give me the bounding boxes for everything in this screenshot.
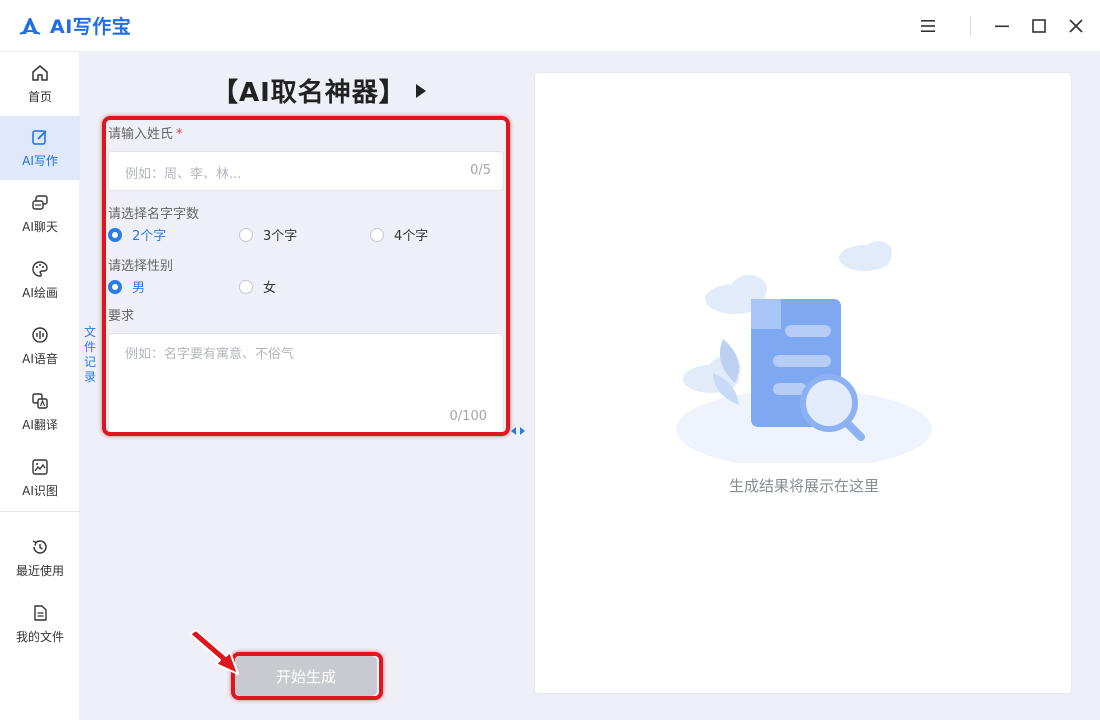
sidebar-item-ai-chat[interactable]: AI聊天 bbox=[0, 182, 80, 246]
maximize-button[interactable] bbox=[1025, 12, 1053, 40]
sidebar-item-ai-writing[interactable]: AI写作 bbox=[0, 116, 80, 180]
red-arrow-pointer bbox=[189, 630, 239, 675]
resize-arrows-icon bbox=[511, 427, 525, 435]
sidebar-item-label: AI语音 bbox=[22, 351, 58, 366]
sidebar-item-ai-image-recognition[interactable]: AI识图 bbox=[0, 446, 80, 510]
sidebar-divider bbox=[0, 511, 80, 512]
tab-char: 件 bbox=[83, 340, 96, 354]
voice-icon bbox=[32, 326, 48, 343]
sidebar-item-label: AI写作 bbox=[22, 153, 58, 168]
sidebar-item-label: AI聊天 bbox=[22, 219, 58, 234]
file-records-tab[interactable]: 文 件 记 录 bbox=[80, 325, 100, 395]
sidebar-item-label: AI翻译 bbox=[22, 417, 58, 432]
file-icon bbox=[34, 604, 47, 621]
menu-button[interactable] bbox=[914, 12, 942, 40]
sidebar-item-ai-painting[interactable]: AI绘画 bbox=[0, 248, 80, 312]
play-icon[interactable] bbox=[415, 83, 426, 98]
minimize-icon bbox=[995, 25, 1009, 28]
hamburger-icon bbox=[921, 20, 935, 32]
sidebar-item-ai-translate[interactable]: AI翻译 bbox=[0, 380, 80, 444]
edit-icon bbox=[32, 129, 47, 145]
document-search-illustration bbox=[676, 241, 932, 463]
minimize-button[interactable] bbox=[988, 12, 1016, 40]
title-separator bbox=[970, 16, 971, 36]
chat-icon bbox=[32, 194, 48, 210]
translate-icon bbox=[32, 392, 48, 409]
result-panel: 生成结果将展示在这里 bbox=[534, 72, 1072, 694]
palette-icon bbox=[32, 260, 48, 277]
tab-char: 文 bbox=[83, 325, 96, 339]
sidebar-item-ai-voice[interactable]: AI语音 bbox=[0, 314, 80, 378]
sidebar-item-label: 首页 bbox=[27, 89, 52, 104]
app-title: AI写作宝 bbox=[50, 16, 132, 38]
annotation-button-highlight bbox=[231, 652, 383, 700]
panel-resize-handle[interactable] bbox=[508, 424, 528, 438]
annotation-form-highlight bbox=[102, 116, 510, 436]
history-icon bbox=[32, 539, 47, 554]
close-icon bbox=[1069, 19, 1083, 33]
close-button[interactable] bbox=[1062, 12, 1090, 40]
sidebar: 首页 AI写作 AI聊天 AI绘画 AI语音 AI翻译 AI识图 最近使用 我的… bbox=[0, 52, 80, 720]
sidebar-item-my-files[interactable]: 我的文件 bbox=[0, 592, 80, 656]
tab-char: 记 bbox=[83, 355, 96, 369]
sidebar-item-recent[interactable]: 最近使用 bbox=[0, 526, 80, 590]
sidebar-item-label: AI绘画 bbox=[22, 285, 58, 300]
home-icon bbox=[32, 64, 48, 81]
page-title: 【AI取名神器】 bbox=[212, 72, 426, 109]
main-area: 【AI取名神器】 请输入姓氏 * 例如：周、李、林... 0/5 请选择名字字数 … bbox=[80, 52, 1100, 720]
image-icon bbox=[32, 458, 48, 475]
page-title-text: 【AI取名神器】 bbox=[212, 78, 406, 108]
title-bar: AI写作宝 bbox=[0, 0, 1100, 52]
sidebar-item-label: AI识图 bbox=[22, 483, 58, 498]
sidebar-item-label: 最近使用 bbox=[15, 563, 64, 578]
tab-char: 录 bbox=[83, 370, 96, 384]
result-placeholder: 生成结果将展示在这里 bbox=[728, 477, 879, 495]
sidebar-item-label: 我的文件 bbox=[15, 629, 64, 644]
app-logo: AI写作宝 bbox=[18, 12, 131, 39]
logo-icon bbox=[19, 17, 41, 35]
maximize-icon bbox=[1032, 19, 1046, 33]
sidebar-item-home[interactable]: 首页 bbox=[0, 52, 80, 116]
